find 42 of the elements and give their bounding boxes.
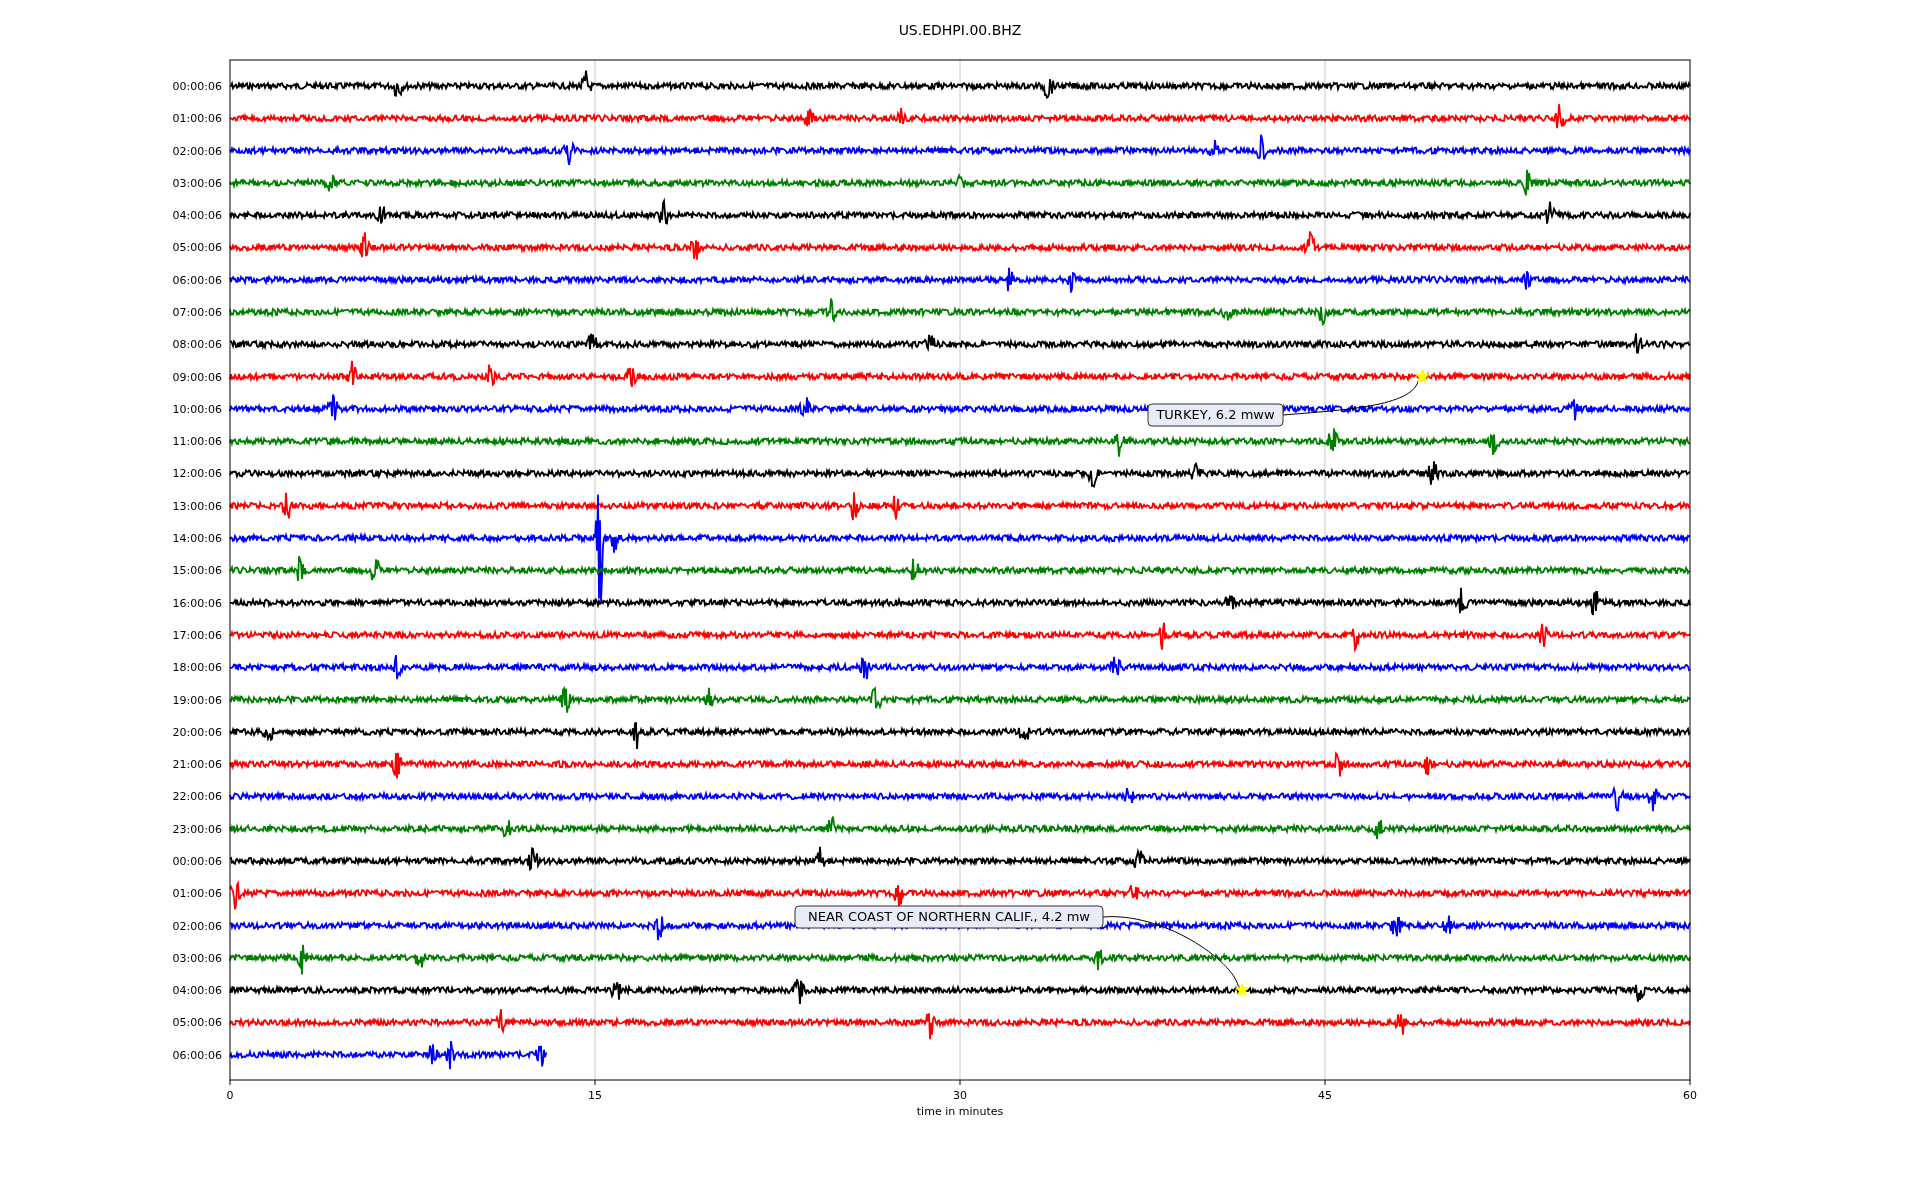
row-time-label: 05:00:06 (172, 241, 222, 255)
row-time-label: 07:00:06 (172, 306, 222, 320)
star-icon (1414, 368, 1430, 384)
row-time-label: 17:00:06 (172, 628, 222, 642)
event-label: TURKEY, 6.2 mww (1147, 403, 1284, 427)
row-time-label: 16:00:06 (172, 596, 222, 610)
row-time-label: 19:00:06 (172, 693, 222, 707)
row-time-label: 05:00:06 (172, 1016, 222, 1030)
row-time-label: 06:00:06 (172, 1048, 222, 1062)
row-time-label: 01:00:06 (172, 112, 222, 126)
x-tick-label: 60 (1683, 1089, 1697, 1102)
row-time-label: 12:00:06 (172, 467, 222, 481)
row-time-label: 21:00:06 (172, 758, 222, 772)
row-time-label: 02:00:06 (172, 919, 222, 933)
row-time-label: 03:00:06 (172, 951, 222, 965)
row-time-label: 06:00:06 (172, 273, 222, 287)
chart-title: US.EDHPI.00.BHZ (898, 22, 1022, 38)
row-time-label: 20:00:06 (172, 725, 222, 739)
row-time-label: 15:00:06 (172, 564, 222, 578)
row-time-label: 18:00:06 (172, 661, 222, 675)
row-time-label: 22:00:06 (172, 790, 222, 804)
row-time-label: 14:00:06 (172, 532, 222, 546)
event-label: NEAR COAST OF NORTHERN CALIF., 4.2 mw (794, 905, 1104, 929)
row-time-label: 02:00:06 (172, 144, 222, 158)
row-time-label: 01:00:06 (172, 887, 222, 901)
row-time-label: 00:00:06 (172, 854, 222, 868)
row-time-label: 03:00:06 (172, 176, 222, 190)
x-tick-label: 15 (588, 1089, 602, 1102)
x-axis-label: time in minutes (916, 1105, 1004, 1118)
x-tick-label: 45 (1318, 1089, 1332, 1102)
row-time-label: 11:00:06 (172, 435, 222, 449)
row-time-label: 10:00:06 (172, 402, 222, 416)
star-icon (1234, 982, 1250, 997)
row-time-label: 09:00:06 (172, 370, 222, 384)
row-time-label: 23:00:06 (172, 822, 222, 836)
row-time-label: 08:00:06 (172, 338, 222, 352)
row-time-label: 13:00:06 (172, 499, 222, 513)
x-tick-label: 30 (953, 1089, 967, 1102)
x-tick-label: 0 (226, 1089, 234, 1102)
row-time-label: 00:00:06 (172, 80, 222, 93)
row-time-label: 04:00:06 (172, 984, 222, 998)
row-time-label: 04:00:06 (172, 209, 222, 223)
